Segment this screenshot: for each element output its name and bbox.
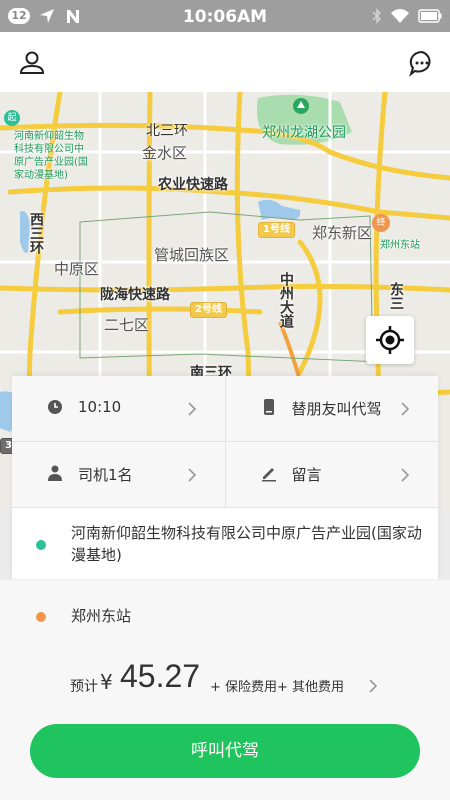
time-value: 10:10 bbox=[78, 398, 122, 416]
from-dot bbox=[36, 540, 46, 550]
start-marker[interactable]: 起 bbox=[4, 110, 20, 126]
proxy-call-label: 替朋友叫代驾 bbox=[291, 400, 382, 418]
map-label-east-station: 郑州东站 bbox=[380, 240, 420, 251]
top-bar bbox=[0, 32, 450, 92]
map-label-west-third-ring: 西三环 bbox=[28, 212, 44, 254]
battery-icon bbox=[418, 9, 442, 23]
phone-icon bbox=[263, 399, 274, 415]
bluetooth-icon bbox=[372, 8, 382, 24]
chevron-right-icon bbox=[369, 679, 378, 693]
map-label-east-third: 东三 bbox=[388, 282, 404, 310]
map-label-north-third-ring: 北三环 bbox=[146, 123, 188, 139]
crosshair-icon bbox=[376, 326, 404, 354]
proxy-call-option[interactable]: 替朋友叫代驾 bbox=[224, 376, 439, 441]
to-address-row[interactable]: 郑州东站 bbox=[0, 580, 450, 650]
from-address: 河南新仰韶生物科技有限公司中原广告产业园(国家动漫基地) bbox=[71, 524, 422, 564]
options-row-1: 10:10 替朋友叫代驾 bbox=[12, 376, 438, 442]
to-dot bbox=[36, 612, 46, 622]
station-marker[interactable]: 终 bbox=[372, 214, 390, 232]
note-label: 留言 bbox=[291, 466, 322, 484]
map-label-nongye: 农业快速路 bbox=[158, 177, 228, 193]
map-label-jinshui: 金水区 bbox=[142, 144, 188, 162]
map-label-zhengdong: 郑东新区 bbox=[312, 224, 373, 242]
chevron-right-icon bbox=[187, 402, 196, 416]
map-label-guancheng: 管城回族区 bbox=[154, 246, 230, 264]
locate-button[interactable] bbox=[366, 316, 414, 364]
map-label-zhongzhou: 中州大道 bbox=[278, 272, 294, 328]
call-driver-button[interactable]: 呼叫代驾 bbox=[30, 724, 420, 778]
fare-amount: 45.27 bbox=[120, 658, 201, 694]
driver-count-option[interactable]: 司机1名 bbox=[12, 442, 225, 507]
user-icon[interactable] bbox=[18, 49, 46, 77]
map-label-park: 郑州龙湖公园 bbox=[262, 125, 346, 141]
options-row-2: 司机1名 留言 bbox=[12, 442, 438, 508]
to-address: 郑州东站 bbox=[71, 607, 132, 625]
status-bar: 12 10:06AM bbox=[0, 0, 450, 32]
pencil-icon bbox=[261, 468, 276, 482]
map-label-erqi: 二七区 bbox=[104, 316, 150, 334]
metro-line2-badge: 2号线 bbox=[190, 302, 227, 318]
metro-line1-badge: 1号线 bbox=[258, 222, 295, 238]
call-area: 呼叫代驾 bbox=[0, 720, 450, 800]
driver-icon bbox=[48, 465, 62, 481]
from-address-row[interactable]: 河南新仰韶生物科技有限公司中原广告产业园(国家动漫基地) bbox=[12, 508, 438, 580]
clock-icon bbox=[48, 400, 62, 414]
park-icon bbox=[293, 98, 309, 114]
map-label-zhongyuan: 中原区 bbox=[54, 260, 100, 278]
map-label-longhai: 陇海快速路 bbox=[100, 287, 170, 303]
fare-currency: ¥ bbox=[100, 670, 113, 694]
order-card: 10:10 替朋友叫代驾 司机1名 留言 河南新仰韶生物科技有限公司中原广告产业… bbox=[12, 376, 438, 580]
chevron-right-icon bbox=[401, 402, 410, 416]
wifi-icon bbox=[391, 9, 409, 23]
order-options-grid: 10:10 替朋友叫代驾 司机1名 留言 bbox=[12, 376, 438, 508]
fare-prefix: 预计 bbox=[70, 679, 98, 695]
driver-count-label: 司机1名 bbox=[78, 466, 133, 484]
note-option[interactable]: 留言 bbox=[224, 442, 439, 507]
fare-extra-fees: + 保险费用+ 其他费用 bbox=[210, 680, 345, 695]
fare-estimate[interactable]: 预计 ¥ 45.27 + 保险费用+ 其他费用 bbox=[0, 650, 450, 720]
map-label-poi: 河南新仰韶生物科技有限公司中原广告产业园(国家动漫基地) bbox=[14, 131, 88, 181]
chevron-right-icon bbox=[401, 468, 410, 482]
message-icon[interactable] bbox=[408, 49, 436, 77]
chevron-right-icon bbox=[187, 468, 196, 482]
time-option[interactable]: 10:10 bbox=[12, 376, 225, 441]
